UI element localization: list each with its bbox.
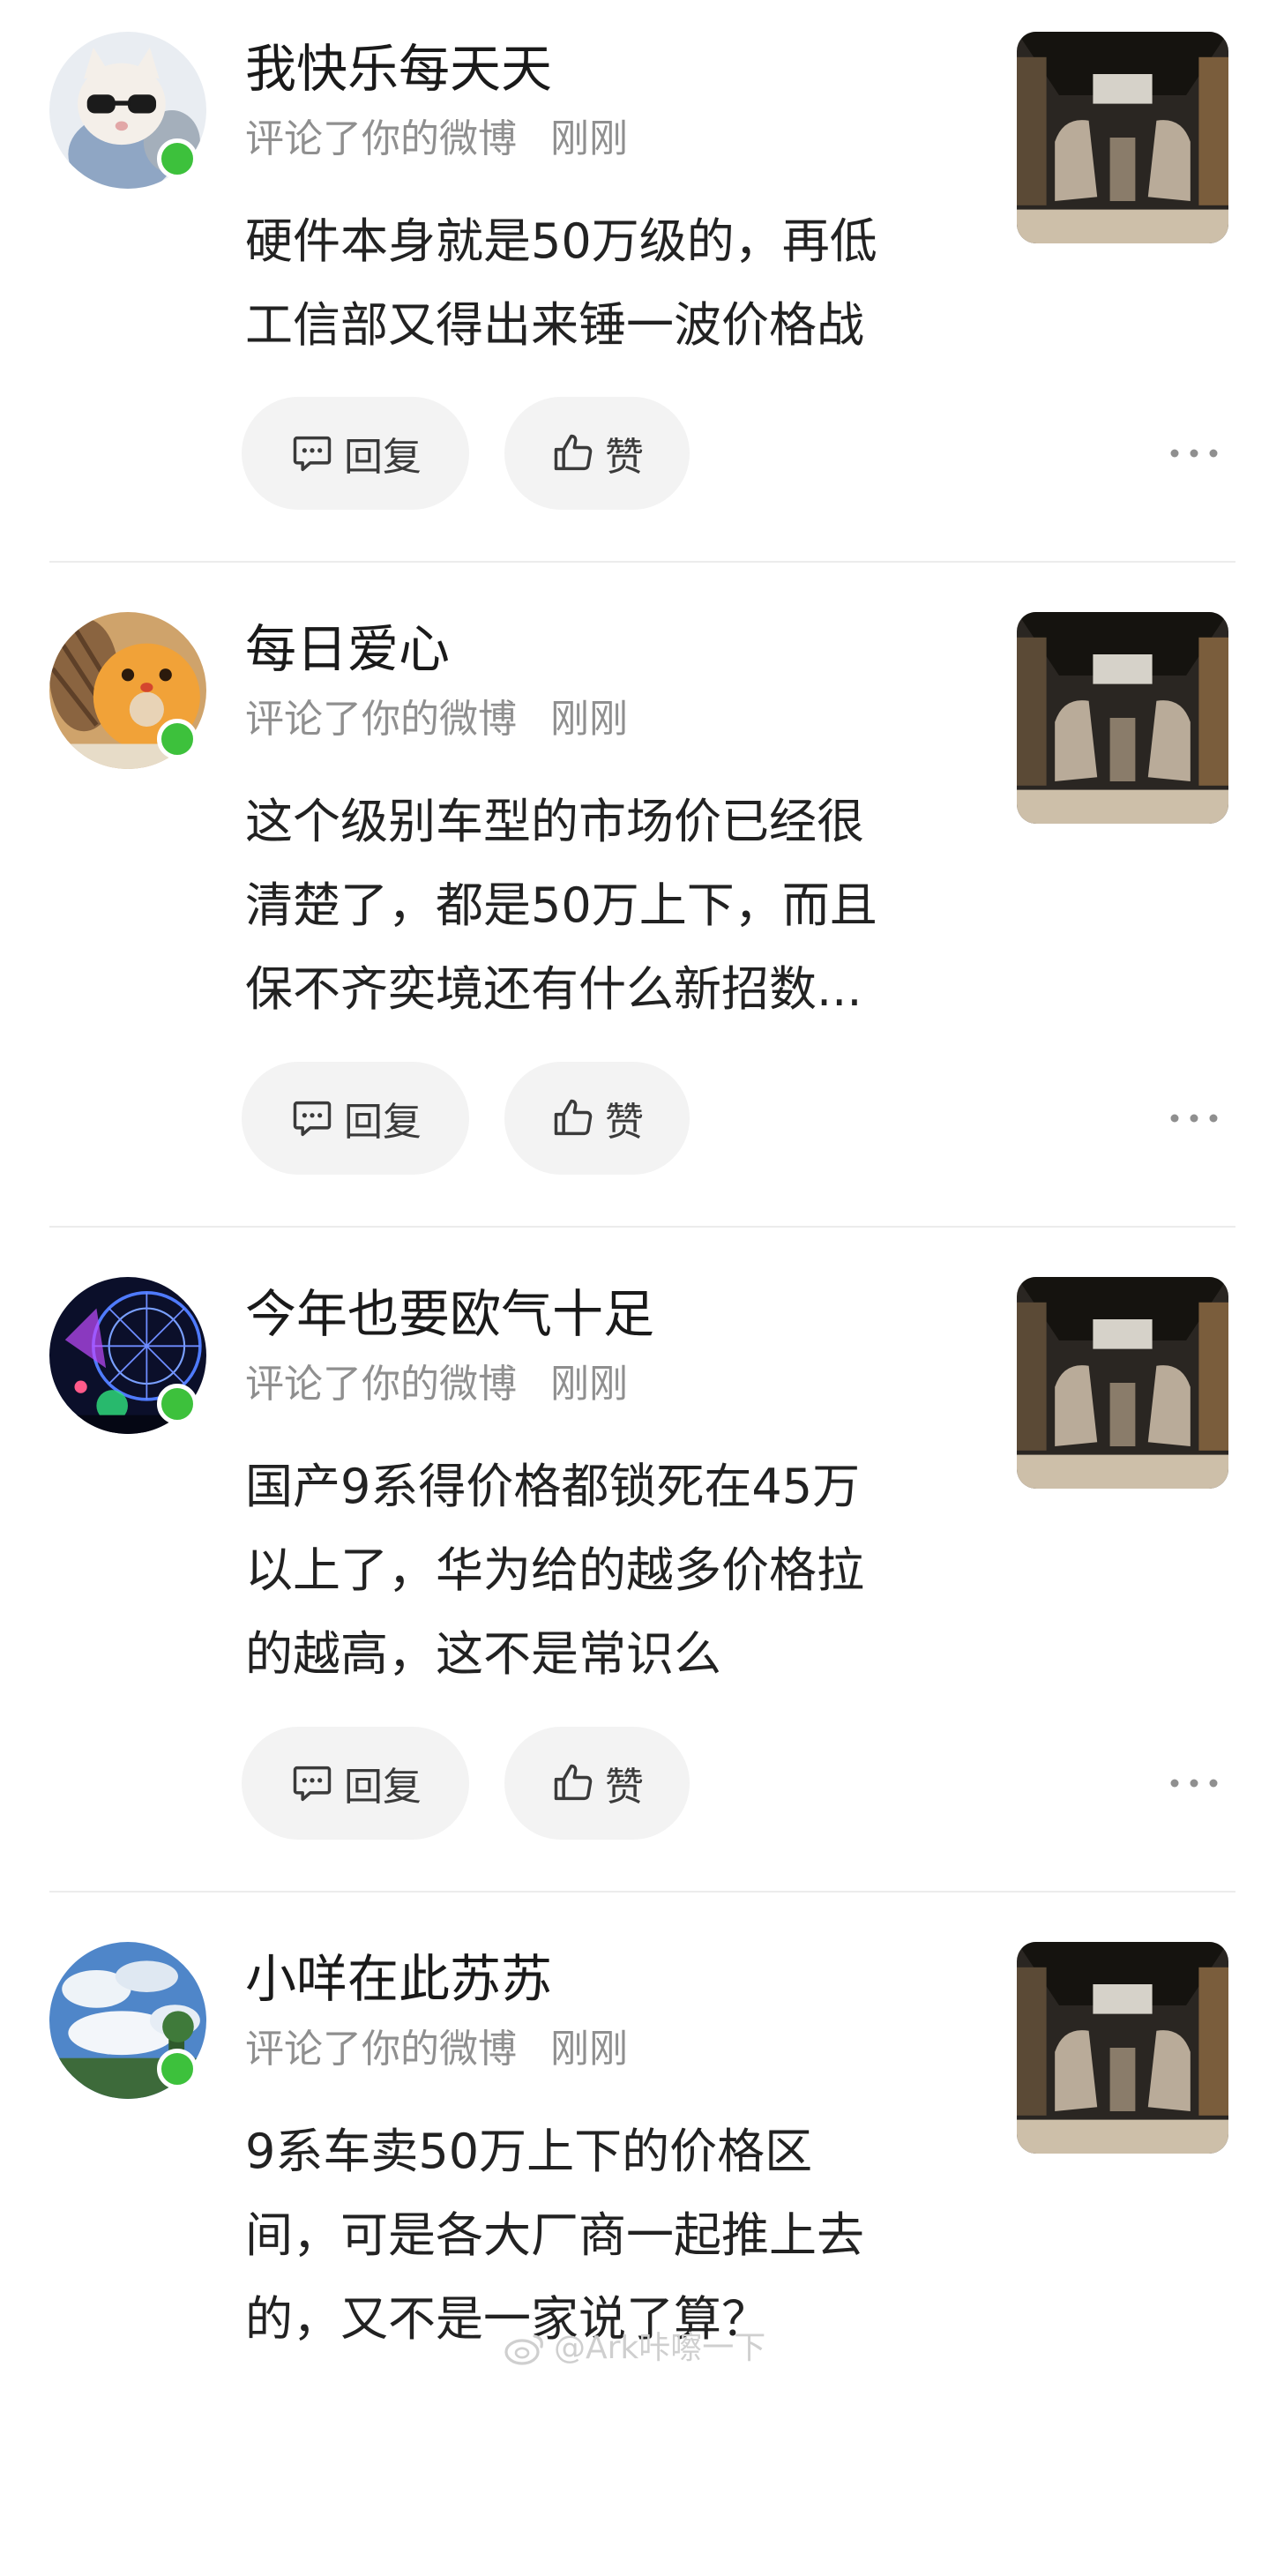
post-thumbnail[interactable]: [1017, 612, 1228, 824]
comment-line: 保不齐奕境还有什么新招数...: [245, 961, 862, 1017]
notification-item[interactable]: 小咩在此苏苏 评论了你的微博 刚刚 9系车卖50万上下的价格区 间，可是各大厂商一…: [0, 1910, 1269, 2576]
comment-line: 的越高，这不是常识么: [245, 1626, 721, 1682]
more-options-button[interactable]: [1159, 1757, 1229, 1810]
thumbs-up-icon: [554, 1099, 593, 1136]
notification-meta: 评论了你的微博 刚刚: [245, 695, 628, 744]
comment-icon: [293, 436, 332, 472]
comment-line: 硬件本身就是50万级的，再低: [245, 213, 877, 269]
car-interior-thumbnail-icon: [1017, 612, 1228, 824]
comment-text[interactable]: 9系车卖50万上下的价格区 间，可是各大厂商一起推上去 的，又不是一家说了算？: [245, 2109, 959, 2361]
reply-label: 回复: [344, 1100, 422, 1145]
like-label: 赞: [605, 1100, 644, 1145]
post-thumbnail[interactable]: [1017, 32, 1228, 243]
action-text: 评论了你的微博: [245, 1362, 517, 1407]
action-bar: 回复 赞: [242, 397, 1247, 510]
reply-button[interactable]: 回复: [242, 1062, 469, 1175]
online-status-dot: [157, 1384, 198, 1424]
action-text: 评论了你的微博: [245, 116, 517, 161]
reply-button[interactable]: 回复: [242, 1727, 469, 1840]
online-status-dot: [157, 2049, 198, 2089]
online-status-dot: [157, 138, 198, 179]
comment-text[interactable]: 硬件本身就是50万级的，再低 工信部又得出来锤一波价格战: [245, 199, 959, 367]
notification-meta: 评论了你的微博 刚刚: [245, 2025, 628, 2074]
like-label: 赞: [605, 1765, 644, 1810]
more-options-button[interactable]: [1159, 1092, 1229, 1145]
divider: [49, 561, 1235, 563]
comment-line: 工信部又得出来锤一波价格战: [245, 297, 864, 353]
more-dots-icon: [1170, 1779, 1218, 1788]
reply-button[interactable]: 回复: [242, 397, 469, 510]
more-dots-icon: [1170, 449, 1218, 458]
car-interior-thumbnail-icon: [1017, 32, 1228, 243]
more-dots-icon: [1170, 1114, 1218, 1123]
comment-line: 以上了，华为给的越多价格拉: [245, 1542, 864, 1598]
like-button[interactable]: 赞: [504, 1727, 690, 1840]
like-button[interactable]: 赞: [504, 1062, 690, 1175]
notification-item[interactable]: 我快乐每天天 评论了你的微博 刚刚 硬件本身就是50万级的，再低 工信部又得出来锤…: [0, 0, 1269, 666]
online-status-dot: [157, 719, 198, 759]
reply-label: 回复: [344, 1765, 422, 1810]
weibo-logo-icon: [504, 2334, 543, 2365]
comment-text[interactable]: 国产9系得价格都锁死在45万 以上了，华为给的越多价格拉 的越高，这不是常识么: [245, 1445, 959, 1696]
watermark-text: @Ark咔嚓一下: [554, 2330, 766, 2366]
comment-line: 国产9系得价格都锁死在45万: [245, 1459, 861, 1514]
timestamp: 刚刚: [550, 116, 628, 161]
comment-line: 间，可是各大厂商一起推上去: [245, 2207, 864, 2263]
more-options-button[interactable]: [1159, 427, 1229, 480]
like-label: 赞: [605, 435, 644, 480]
username[interactable]: 我快乐每天天: [245, 37, 552, 101]
username[interactable]: 每日爱心: [245, 617, 450, 681]
notification-meta: 评论了你的微博 刚刚: [245, 115, 628, 164]
car-interior-thumbnail-icon: [1017, 1277, 1228, 1489]
like-button[interactable]: 赞: [504, 397, 690, 510]
comment-line: 这个级别车型的市场价已经很: [245, 794, 864, 849]
watermark: @Ark咔嚓一下: [504, 2329, 765, 2368]
timestamp: 刚刚: [550, 2027, 628, 2072]
car-interior-thumbnail-icon: [1017, 1942, 1228, 2154]
thumbs-up-icon: [554, 1764, 593, 1801]
comment-text[interactable]: 这个级别车型的市场价已经很 清楚了，都是50万上下，而且 保不齐奕境还有什么新招…: [245, 780, 959, 1031]
divider: [49, 1226, 1235, 1228]
notification-item[interactable]: 每日爱心 评论了你的微博 刚刚 这个级别车型的市场价已经很 清楚了，都是50万上下…: [0, 580, 1269, 1246]
comment-icon: [293, 1766, 332, 1802]
reply-label: 回复: [344, 435, 422, 480]
action-bar: 回复 赞: [242, 1062, 1247, 1175]
timestamp: 刚刚: [550, 697, 628, 742]
comment-icon: [293, 1101, 332, 1137]
comment-line: 9系车卖50万上下的价格区: [245, 2124, 813, 2179]
post-thumbnail[interactable]: [1017, 1277, 1228, 1489]
divider: [49, 1891, 1235, 1893]
username[interactable]: 今年也要欧气十足: [245, 1282, 654, 1346]
notification-item[interactable]: 今年也要欧气十足 评论了你的微博 刚刚 国产9系得价格都锁死在45万 以上了，华为…: [0, 1245, 1269, 1911]
timestamp: 刚刚: [550, 1362, 628, 1407]
comment-line: 清楚了，都是50万上下，而且: [245, 877, 877, 933]
username[interactable]: 小咩在此苏苏: [245, 1947, 552, 2011]
action-text: 评论了你的微博: [245, 2027, 517, 2072]
post-thumbnail[interactable]: [1017, 1942, 1228, 2154]
thumbs-up-icon: [554, 434, 593, 471]
notification-meta: 评论了你的微博 刚刚: [245, 1360, 628, 1409]
action-text: 评论了你的微博: [245, 697, 517, 742]
action-bar: 回复 赞: [242, 1727, 1247, 1840]
